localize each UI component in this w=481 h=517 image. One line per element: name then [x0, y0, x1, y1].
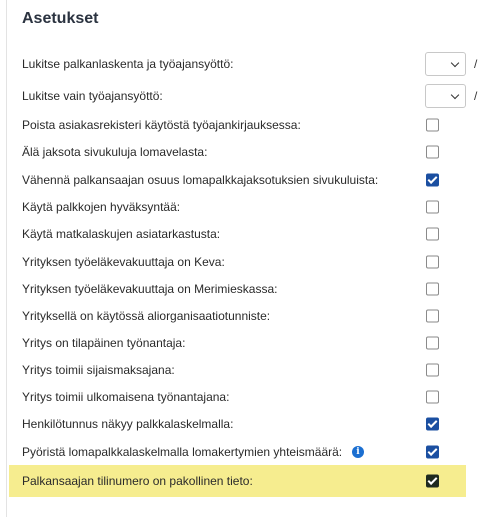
setting-label: Lukitse vain työajansyöttö: [22, 88, 163, 103]
setting-row-insurer-keva: Yrityksen työeläkevakuuttaja on Keva: [7, 248, 481, 275]
checkbox[interactable] [426, 173, 439, 186]
separator: / [474, 56, 478, 71]
setting-label: Henkilötunnus näkyy palkkalaskelmalla: [22, 416, 234, 431]
checkbox[interactable] [426, 200, 439, 213]
setting-row-travel-expense-review: Käytä matkalaskujen asiatarkastusta: [7, 220, 481, 247]
setting-label: Lukitse palkanlaskenta ja työajansyöttö: [22, 56, 234, 71]
setting-label: Älä jaksota sivukuluja lomavelasta: [22, 144, 208, 159]
settings-panel: Asetukset Lukitse palkanlaskenta ja työa… [6, 0, 481, 517]
setting-row-temporary-employer: Yritys on tilapäinen työnantaja: [7, 329, 481, 356]
info-icon[interactable]: i [352, 445, 364, 458]
setting-row-lock-time-entry-only: Lukitse vain työajansyöttö: / [7, 82, 481, 109]
setting-row-substitute-payer: Yritys toimii sijaismaksajana: [7, 356, 481, 383]
checkbox[interactable] [426, 282, 439, 295]
setting-row-disable-customer-registry: Poista asiakasrekisteri käytöstä työajan… [7, 111, 481, 138]
setting-label: Palkansaajan tilinumero on pakollinen ti… [22, 474, 253, 488]
setting-label: Yrityksen työeläkevakuuttaja on Keva: [22, 254, 225, 269]
setting-row-suborganization-id: Yrityksellä on käytössä aliorganisaatiot… [7, 302, 481, 329]
setting-label: Yrityksellä on käytössä aliorganisaatiot… [22, 308, 271, 323]
checkbox[interactable] [426, 336, 439, 349]
lock-payroll-select[interactable] [425, 51, 466, 76]
setting-row-foreign-employer: Yritys toimii ulkomaisena työnantajana: [7, 383, 481, 410]
setting-label: Käytä matkalaskujen asiatarkastusta: [22, 226, 221, 241]
setting-label: Yrityksen työeläkevakuuttaja on Merimies… [22, 281, 278, 296]
checkbox[interactable] [426, 255, 439, 268]
setting-row-salary-approval: Käytä palkkojen hyväksyntää: [7, 193, 481, 220]
setting-label: Yritys on tilapäinen työnantaja: [22, 335, 186, 350]
setting-label: Yritys toimii ulkomaisena työnantajana: [22, 389, 230, 404]
checkbox[interactable] [426, 445, 439, 458]
setting-row-no-periodize-side-costs: Älä jaksota sivukuluja lomavelasta: [7, 138, 481, 165]
checkbox[interactable] [426, 118, 439, 131]
setting-row-lock-payroll-and-time-entry: Lukitse palkanlaskenta ja työajansyöttö:… [7, 50, 481, 77]
setting-row-round-holiday-accrual: Pyöristä lomapalkkalaskelmalla lomakerty… [7, 438, 481, 465]
setting-row-insurer-merimieskassa: Yrityksen työeläkevakuuttaja on Merimies… [7, 275, 481, 302]
checkbox[interactable] [426, 417, 439, 430]
chevron-down-icon [450, 90, 460, 99]
setting-label: Poista asiakasrekisteri käytöstä työajan… [22, 117, 301, 132]
checkbox[interactable] [426, 309, 439, 322]
page-title: Asetukset [22, 10, 99, 27]
setting-label: Pyöristä lomapalkkalaskelmalla lomakerty… [22, 444, 343, 459]
setting-row-deduct-employee-share: Vähennä palkansaajan osuus lomapalkkajak… [7, 166, 481, 193]
checkbox[interactable] [426, 390, 439, 403]
separator: / [474, 88, 478, 103]
checkbox[interactable] [426, 363, 439, 376]
checkbox[interactable] [426, 145, 439, 158]
chevron-down-icon [450, 58, 460, 67]
setting-label: Käytä palkkojen hyväksyntää: [22, 199, 181, 214]
lock-time-entry-select[interactable] [425, 83, 466, 108]
checkbox[interactable] [426, 227, 439, 240]
setting-label: Yritys toimii sijaismaksajana: [22, 362, 175, 377]
checkbox[interactable] [426, 474, 439, 488]
setting-row-ssn-on-payslip: Henkilötunnus näkyy palkkalaskelmalla: [7, 410, 481, 437]
setting-label: Vähennä palkansaajan osuus lomapalkkajak… [22, 172, 379, 187]
setting-row-account-number-required: Palkansaajan tilinumero on pakollinen ti… [9, 465, 466, 497]
